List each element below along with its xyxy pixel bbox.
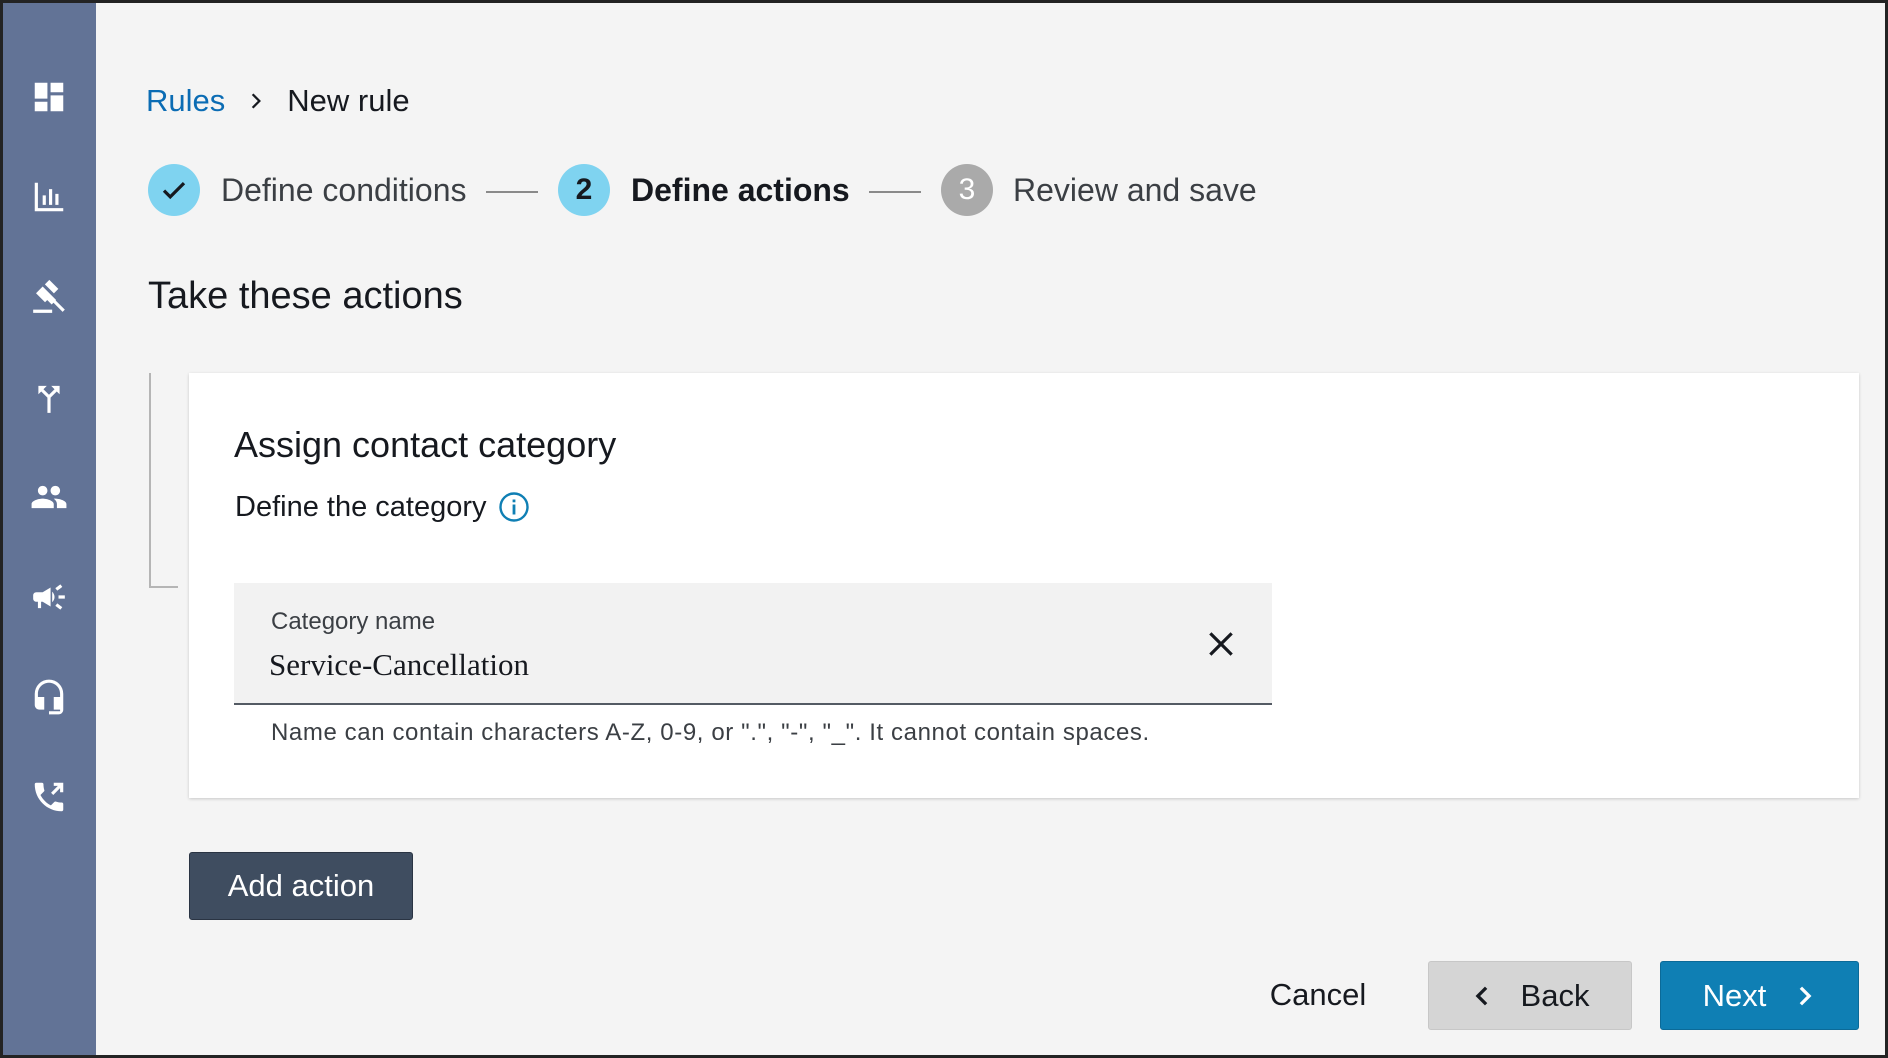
field-help-text: Name can contain characters A-Z, 0-9, or… (271, 719, 1150, 746)
app-window: Rules New rule Define conditions 2 Defin… (0, 0, 1888, 1058)
chevron-right-icon (1794, 985, 1816, 1007)
chevron-left-icon (1471, 985, 1493, 1007)
step-connector (869, 191, 921, 193)
next-button[interactable]: Next (1660, 961, 1859, 1030)
close-icon[interactable] (1202, 625, 1240, 663)
step-3-label: Review and save (1013, 172, 1257, 208)
section-title: Take these actions (148, 275, 463, 317)
step-2-number: 2 (558, 164, 610, 216)
card-subtitle: Define the category (235, 489, 530, 525)
breadcrumb: Rules New rule (146, 81, 410, 121)
breadcrumb-current: New rule (287, 83, 410, 118)
category-name-input[interactable] (269, 645, 1169, 685)
action-group-bracket (149, 373, 178, 588)
card-title: Assign contact category (234, 424, 617, 465)
category-name-label: Category name (271, 608, 436, 635)
back-button-label: Back (1520, 977, 1590, 1013)
step-connector (486, 191, 538, 193)
users-icon[interactable] (25, 473, 73, 521)
step-2-label: Define actions (631, 172, 850, 208)
dashboard-icon[interactable] (25, 73, 73, 121)
category-name-field: Category name (234, 583, 1272, 705)
action-card: Assign contact category Define the categ… (189, 373, 1859, 798)
back-button[interactable]: Back (1428, 961, 1632, 1030)
add-action-button[interactable]: Add action (189, 852, 413, 920)
phone-icon[interactable] (25, 773, 73, 821)
card-subtitle-text: Define the category (235, 491, 487, 523)
megaphone-icon[interactable] (25, 573, 73, 621)
step-3-number: 3 (941, 164, 993, 216)
sidebar (3, 3, 96, 1055)
headset-icon[interactable] (25, 673, 73, 721)
breadcrumb-link-rules[interactable]: Rules (146, 81, 225, 121)
gavel-icon[interactable] (25, 273, 73, 321)
chevron-right-icon (247, 92, 265, 110)
info-icon[interactable] (498, 491, 530, 523)
step-1-complete-icon (148, 164, 200, 216)
bar-chart-icon[interactable] (25, 173, 73, 221)
step-1-label: Define conditions (221, 172, 467, 208)
routing-icon[interactable] (25, 373, 73, 421)
next-button-label: Next (1702, 977, 1767, 1013)
cancel-button[interactable]: Cancel (1243, 961, 1393, 1029)
